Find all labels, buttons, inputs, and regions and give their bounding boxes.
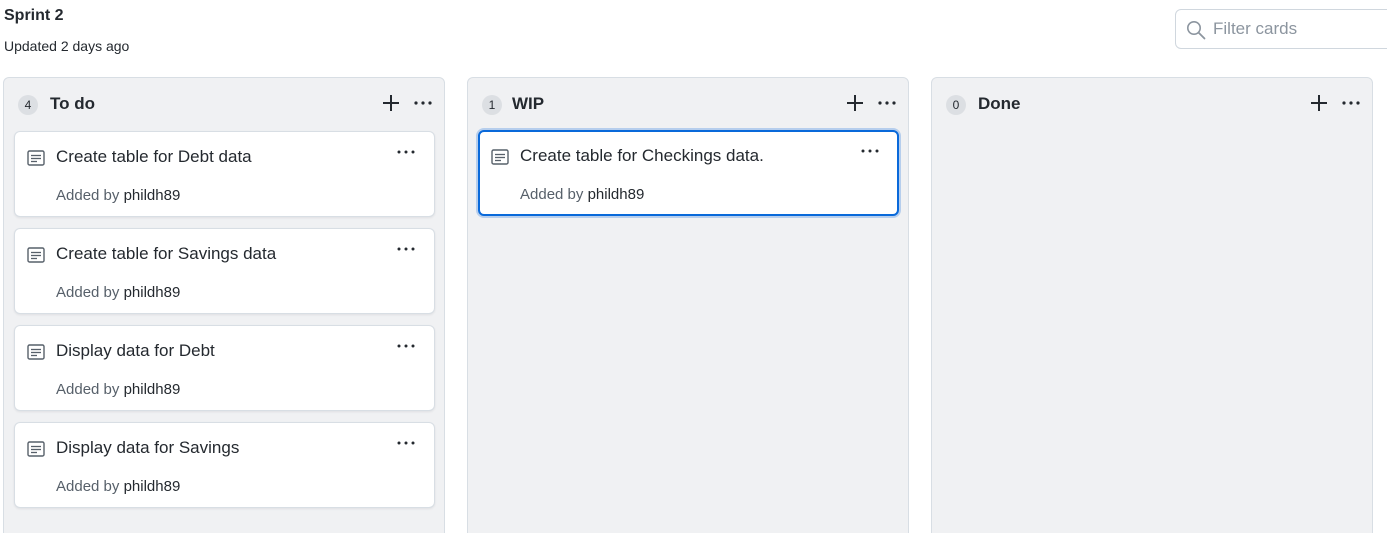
note-icon [27,247,45,263]
column-wip: 1 WIP Create table for Checkings data. A… [467,77,909,533]
column-title: Done [978,94,1021,113]
card-author-link[interactable]: phildh89 [124,284,181,301]
project-board: Sprint 2 Updated 2 days ago 4 To do [0,0,1387,533]
card[interactable]: Display data for Savings Added by phildh… [14,422,435,508]
column-title: WIP [512,94,545,113]
column-card-count: 0 [946,95,966,115]
filter-cards-input[interactable] [1213,18,1387,40]
card-title: Display data for Debt [56,341,215,360]
added-by-label: Added by [56,478,120,495]
added-by-label: Added by [56,381,120,398]
card-meta: Added by phildh89 [520,186,644,203]
column-menu-icon[interactable] [1340,94,1362,112]
column-card-count: 4 [18,95,38,115]
added-by-label: Added by [520,186,584,203]
project-updated-text: Updated 2 days ago [4,38,130,54]
card-author-link[interactable]: phildh89 [588,186,645,203]
add-card-icon[interactable] [844,92,866,114]
card-meta: Added by phildh89 [56,284,180,301]
card-menu-icon[interactable] [395,241,417,257]
card-menu-icon[interactable] [395,144,417,160]
column-done: 0 Done [931,77,1373,533]
note-icon [491,149,509,165]
card[interactable]: Display data for Debt Added by phildh89 [14,325,435,411]
card-menu-icon[interactable] [859,143,881,159]
card-selected[interactable]: Create table for Checkings data. Added b… [478,130,899,216]
card-title: Display data for Savings [56,438,240,457]
filter-cards-box[interactable] [1175,9,1387,49]
card-author-link[interactable]: phildh89 [124,187,181,204]
add-card-icon[interactable] [380,92,402,114]
card-title: Create table for Savings data [56,244,277,263]
card-menu-icon[interactable] [395,338,417,354]
card-author-link[interactable]: phildh89 [124,478,181,495]
card-title: Create table for Checkings data. [520,146,764,165]
column-menu-icon[interactable] [876,94,898,112]
project-title: Sprint 2 [4,7,64,24]
card-meta: Added by phildh89 [56,187,180,204]
note-icon [27,441,45,457]
column-header: 0 Done [932,78,1372,130]
card-author-link[interactable]: phildh89 [124,381,181,398]
note-icon [27,150,45,166]
card-meta: Added by phildh89 [56,381,180,398]
card[interactable]: Create table for Debt data Added by phil… [14,131,435,217]
column-card-count: 1 [482,95,502,115]
column-header: 1 WIP [468,78,908,130]
add-card-icon[interactable] [1308,92,1330,114]
card-menu-icon[interactable] [395,435,417,451]
card-title: Create table for Debt data [56,147,252,166]
column-header: 4 To do [4,78,444,130]
added-by-label: Added by [56,187,120,204]
added-by-label: Added by [56,284,120,301]
column-menu-icon[interactable] [412,94,434,112]
column-to-do: 4 To do Create table for Debt data Added… [3,77,445,533]
column-title: To do [50,94,95,113]
note-icon [27,344,45,360]
card[interactable]: Create table for Savings data Added by p… [14,228,435,314]
search-icon [1187,21,1206,40]
card-meta: Added by phildh89 [56,478,180,495]
